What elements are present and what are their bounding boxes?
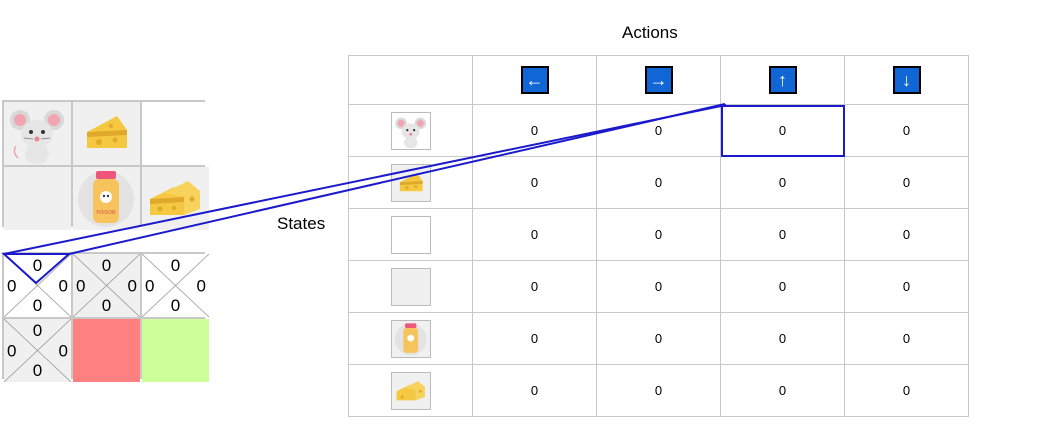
table-row: 0 0 0 0 <box>348 156 969 209</box>
action-header-right: → <box>596 55 721 105</box>
q-value-cell: 0 <box>472 312 597 365</box>
table-row: 0 0 0 0 <box>348 364 969 417</box>
q-value-left: 0 <box>7 341 17 360</box>
state-thumb-empty-white <box>390 215 431 254</box>
q-value-down: 0 <box>101 296 112 315</box>
action-header-left: ← <box>472 55 597 105</box>
q-value-cell: 0 <box>844 364 969 417</box>
q-cell-goal <box>142 319 209 382</box>
down-arrow-icon: ↓ <box>892 66 921 94</box>
q-value-cell: 0 <box>596 364 721 417</box>
state-cell <box>348 364 473 417</box>
q-cell-1: 0 0 0 0 <box>73 254 140 317</box>
table-row: 0 0 0 0 <box>348 312 969 365</box>
left-arrow-icon: ← <box>520 66 549 94</box>
q-value-up: 0 <box>32 256 43 275</box>
actions-label: Actions <box>622 23 678 42</box>
q-table: ← → ↑ ↓ 0 0 0 0 0 0 0 0 0 0 0 0 0 0 0 0 … <box>348 55 969 417</box>
q-value-up: 0 <box>170 256 181 275</box>
q-value-cell: 0 <box>720 312 845 365</box>
state-cell <box>348 156 473 209</box>
q-value-cell: 0 <box>596 260 721 313</box>
env-cell-cheese <box>73 102 140 165</box>
q-value-cell: 0 <box>596 104 721 157</box>
q-value-cell: 0 <box>472 104 597 157</box>
q-value-cell: 0 <box>844 260 969 313</box>
action-header-down: ↓ <box>844 55 969 105</box>
q-value-grid: 0 0 0 0 0 0 0 0 0 0 0 0 0 0 0 0 <box>2 252 209 382</box>
env-cell-poison: POISON <box>73 167 140 230</box>
q-value-cell: 0 <box>596 208 721 261</box>
q-cell-2: 0 0 0 0 <box>142 254 209 317</box>
q-value-up: 0 <box>101 256 112 275</box>
env-cell-big-cheese <box>142 167 209 230</box>
q-value-cell: 0 <box>472 208 597 261</box>
cheese-icon <box>399 172 423 191</box>
q-value-right: 0 <box>127 276 137 295</box>
state-thumb-big-cheese <box>390 371 431 410</box>
right-arrow-icon: → <box>644 66 673 94</box>
q-cell-poison <box>73 319 140 382</box>
big-cheese-icon <box>150 181 200 215</box>
q-value-left: 0 <box>7 276 17 295</box>
q-value-cell: 0 <box>844 312 969 365</box>
q-value-cell: 0 <box>596 156 721 209</box>
table-row: 0 0 0 0 <box>348 260 969 313</box>
q-value-cell: 0 <box>472 260 597 313</box>
q-cell-0: 0 0 0 0 <box>4 254 71 317</box>
action-header-up: ↑ <box>720 55 845 105</box>
q-value-left: 0 <box>76 276 86 295</box>
q-value-right: 0 <box>58 341 68 360</box>
q-value-cell: 0 <box>844 208 969 261</box>
table-row: 0 0 0 0 <box>348 104 969 157</box>
poison-icon <box>394 322 427 355</box>
q-value-cell: 0 <box>844 104 969 157</box>
big-cheese-icon <box>396 380 425 400</box>
state-thumb-poison <box>390 319 431 358</box>
q-table-corner <box>348 55 473 105</box>
q-value-cell: 0 <box>472 156 597 209</box>
q-value-cell: 0 <box>472 364 597 417</box>
env-cell-empty-white <box>142 102 209 165</box>
q-value-right: 0 <box>58 276 68 295</box>
state-thumb-cheese <box>390 163 431 202</box>
q-value-cell: 0 <box>720 208 845 261</box>
state-cell <box>348 104 473 157</box>
q-value-cell: 0 <box>720 364 845 417</box>
table-row: 0 0 0 0 <box>348 208 969 261</box>
q-value-left: 0 <box>145 276 155 295</box>
q-cell-3: 0 0 0 0 <box>4 319 71 382</box>
state-thumb-empty-grey <box>390 267 431 306</box>
mouse-icon <box>10 110 64 164</box>
q-value-down: 0 <box>170 296 181 315</box>
q-value-right: 0 <box>196 276 206 295</box>
env-cell-empty-grey <box>4 167 71 230</box>
q-value-down: 0 <box>32 361 43 380</box>
state-cell <box>348 208 473 261</box>
up-arrow-icon: ↑ <box>768 66 797 94</box>
q-value-cell-highlighted: 0 <box>720 104 845 157</box>
state-thumb-mouse <box>390 111 431 150</box>
q-value-cell: 0 <box>720 260 845 313</box>
state-cell <box>348 312 473 365</box>
q-value-down: 0 <box>32 296 43 315</box>
environment-grid: POISON <box>2 100 209 230</box>
poison-icon: POISON <box>78 171 134 227</box>
cheese-icon <box>87 116 127 148</box>
poison-label: POISON <box>96 210 116 216</box>
states-label: States <box>277 214 326 233</box>
env-cell-mouse <box>4 102 71 165</box>
q-table-header: ← → ↑ ↓ <box>348 55 969 105</box>
q-value-cell: 0 <box>720 156 845 209</box>
state-cell <box>348 260 473 313</box>
q-value-cell: 0 <box>844 156 969 209</box>
mouse-icon <box>394 117 426 148</box>
q-value-up: 0 <box>32 321 43 340</box>
q-value-cell: 0 <box>596 312 721 365</box>
